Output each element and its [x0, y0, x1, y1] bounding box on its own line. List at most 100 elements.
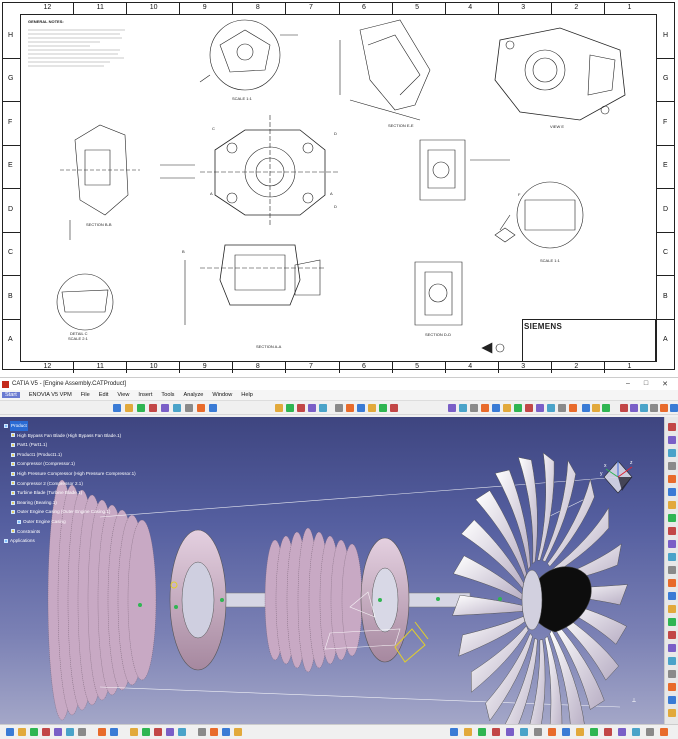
workbench-tool-button[interactable] [668, 566, 676, 574]
workbench-tool-button[interactable] [668, 696, 676, 704]
menu-start[interactable]: Start [2, 392, 20, 398]
menu-enovia[interactable]: ENOVIA V5 VPM [29, 392, 72, 398]
toolbar-button[interactable] [562, 728, 570, 736]
zoom-in-icon[interactable] [154, 728, 162, 736]
workbench-tool-button[interactable] [668, 631, 676, 639]
toolbar-button[interactable] [368, 404, 376, 412]
toolbar-button[interactable] [308, 404, 316, 412]
toolbar-button[interactable] [630, 404, 638, 412]
toolbar-button[interactable] [576, 728, 584, 736]
print-icon[interactable] [42, 728, 50, 736]
toolbar-button[interactable] [319, 404, 327, 412]
toolbar-button[interactable] [492, 728, 500, 736]
workbench-tool-button[interactable] [668, 579, 676, 587]
toolbar-button[interactable] [197, 404, 205, 412]
maximize-button[interactable]: □ [644, 380, 648, 388]
toolbar-button[interactable] [125, 404, 133, 412]
toolbar-button[interactable] [113, 404, 121, 412]
toolbar-button[interactable] [450, 728, 458, 736]
zoom-out-icon[interactable] [166, 728, 174, 736]
toolbar-button[interactable] [137, 404, 145, 412]
workbench-tool-button[interactable] [668, 449, 676, 457]
minimize-button[interactable]: – [626, 380, 630, 388]
toolbar-button[interactable] [492, 404, 500, 412]
menu-file[interactable]: File [81, 392, 90, 398]
undo-icon[interactable] [54, 728, 62, 736]
toolbar-button[interactable] [209, 404, 217, 412]
workbench-tool-button[interactable] [668, 683, 676, 691]
menu-window[interactable]: Window [212, 392, 232, 398]
tree-node[interactable]: Compressor 2 (Compressor 2.1) [4, 479, 136, 489]
toolbar-button[interactable] [520, 728, 528, 736]
tree-node[interactable]: Constraints [4, 527, 136, 537]
toolbar-button[interactable] [558, 404, 566, 412]
toolbar-button[interactable] [582, 404, 590, 412]
menu-analyze[interactable]: Analyze [183, 392, 203, 398]
shading-icon[interactable] [210, 728, 218, 736]
toolbar-button[interactable] [286, 404, 294, 412]
iso-view-icon[interactable] [198, 728, 206, 736]
toolbar-button[interactable] [590, 728, 598, 736]
toolbar-button[interactable] [506, 728, 514, 736]
toolbar-button[interactable] [534, 728, 542, 736]
workbench-tool-button[interactable] [668, 670, 676, 678]
fly-mode-icon[interactable] [110, 728, 118, 736]
toolbar-button[interactable] [481, 404, 489, 412]
tree-node[interactable]: Outer Engine Casing (Outer Engine Casing… [4, 507, 136, 517]
menu-view[interactable]: View [117, 392, 129, 398]
toolbar-button[interactable] [548, 728, 556, 736]
workbench-tool-button[interactable] [668, 423, 676, 431]
specification-tree[interactable]: Product High Bypass Fan Blade (High Bypas… [4, 421, 136, 546]
toolbar-button[interactable] [632, 728, 640, 736]
toolbar-button[interactable] [660, 728, 668, 736]
rotate-icon[interactable] [142, 728, 150, 736]
compass-widget[interactable]: x y z [598, 457, 638, 497]
toolbar-button[interactable] [185, 404, 193, 412]
toolbar-button[interactable] [390, 404, 398, 412]
workbench-tool-button[interactable] [668, 436, 676, 444]
workbench-tool-button[interactable] [668, 514, 676, 522]
toolbar-button[interactable] [470, 404, 478, 412]
toolbar-button[interactable] [618, 728, 626, 736]
toolbar-button[interactable] [514, 404, 522, 412]
workbench-tool-button[interactable] [668, 527, 676, 535]
toolbar-button[interactable] [448, 404, 456, 412]
tree-node[interactable]: Product1 (Product1.1) [4, 450, 136, 460]
toolbar-button[interactable] [602, 404, 610, 412]
hide-show-icon[interactable] [222, 728, 230, 736]
workbench-tool-button[interactable] [668, 644, 676, 652]
3d-viewport[interactable]: Product High Bypass Fan Blade (High Bypas… [0, 417, 664, 725]
workbench-tool-button[interactable] [668, 657, 676, 665]
workbench-tool-button[interactable] [668, 488, 676, 496]
toolbar-button[interactable] [569, 404, 577, 412]
menu-edit[interactable]: Edit [99, 392, 109, 398]
toolbar-button[interactable] [346, 404, 354, 412]
workbench-tool-button[interactable] [668, 592, 676, 600]
new-icon[interactable] [6, 728, 14, 736]
workbench-tool-button[interactable] [668, 540, 676, 548]
tree-node[interactable]: Part1 (Part1.1) [4, 440, 136, 450]
toolbar-button[interactable] [335, 404, 343, 412]
help-icon[interactable] [78, 728, 86, 736]
workbench-tool-button[interactable] [668, 501, 676, 509]
toolbar-button[interactable] [670, 404, 678, 412]
toolbar-button[interactable] [646, 728, 654, 736]
workbench-tool-button[interactable] [668, 618, 676, 626]
toolbar-button[interactable] [620, 404, 628, 412]
pan-icon[interactable] [130, 728, 138, 736]
toolbar-button[interactable] [357, 404, 365, 412]
toolbar-button[interactable] [459, 404, 467, 412]
toolbar-button[interactable] [464, 728, 472, 736]
toolbar-button[interactable] [275, 404, 283, 412]
tree-node[interactable]: Compressor (Compressor.1) [4, 459, 136, 469]
tree-node[interactable]: Turbine Blade (Turbine Blade.1) [4, 488, 136, 498]
toolbar-button[interactable] [640, 404, 648, 412]
redo-icon[interactable] [66, 728, 74, 736]
toolbar-button[interactable] [592, 404, 600, 412]
toolbar-button[interactable] [173, 404, 181, 412]
toolbar-button[interactable] [297, 404, 305, 412]
tree-node[interactable]: Bearing (Bearing.1) [4, 498, 136, 508]
normal-view-icon[interactable] [178, 728, 186, 736]
toolbar-button[interactable] [149, 404, 157, 412]
close-button[interactable]: ✕ [662, 380, 668, 388]
